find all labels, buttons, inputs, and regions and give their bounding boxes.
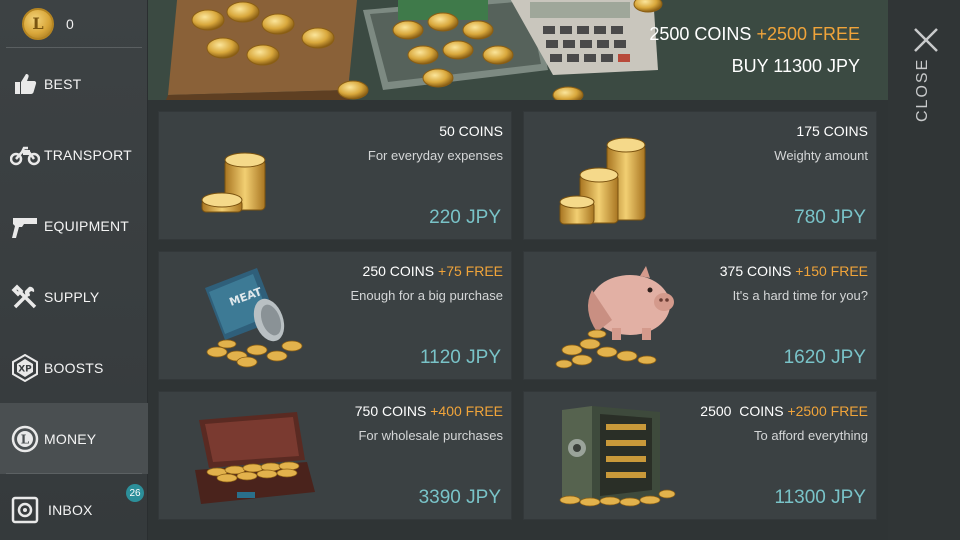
- svg-text:XP: XP: [18, 364, 32, 374]
- offer-price: 11300 JPY: [774, 487, 866, 508]
- inbox-count-badge: 26: [126, 484, 144, 502]
- nav-item-inbox[interactable]: INBOX 26: [0, 474, 148, 540]
- offer-card-750-coins[interactable]: 750 COINS +400 FREE For wholesale purcha…: [158, 391, 512, 520]
- offer-price: 1620 JPY: [783, 347, 866, 368]
- banner-price: BUY 11300 JPY: [731, 56, 860, 76]
- coin-suitcase-image: [195, 412, 315, 504]
- offer-coins: 50 COINS: [439, 123, 503, 139]
- coin-can-image: MEAT: [205, 268, 303, 368]
- offer-description: For everyday expenses: [367, 148, 503, 163]
- offer-free-bonus: +150 FREE: [795, 263, 868, 279]
- piggy-bank-image: [555, 266, 674, 369]
- close-label[interactable]: CLOSE: [914, 58, 932, 122]
- offer-coins: 175 COINS: [796, 123, 868, 139]
- offer-title: 175 COINS: [796, 123, 868, 139]
- offer-title: 375 COINS +150 FREE: [720, 263, 868, 279]
- nav-label: INBOX: [48, 501, 93, 518]
- coin-icon: L: [22, 7, 54, 40]
- coin-stack-image: [559, 137, 646, 225]
- offer-coins: 375 COINS: [719, 263, 792, 279]
- nav-item-money[interactable]: L MONEY: [0, 403, 148, 474]
- offer-title: 2500 COINS +2500 FREE: [700, 403, 868, 419]
- featured-offer-banner[interactable]: 2500 COINS +2500 FREE BUY 11300 JPY: [148, 0, 888, 100]
- pistol-icon: [10, 211, 40, 241]
- offer-price: 1120 JPY: [420, 347, 501, 368]
- motorcycle-icon: [10, 140, 40, 170]
- offer-description: It's a hard time for you?: [732, 288, 868, 303]
- nav-item-supply[interactable]: SUPPLY: [0, 261, 148, 332]
- banner-free-bonus: +2500 FREE: [756, 24, 860, 44]
- xp-icon: XP: [10, 353, 40, 383]
- offer-card-50-coins[interactable]: 50 COINS For everyday expenses 220 JPY: [158, 111, 512, 240]
- offer-description: For wholesale purchases: [358, 428, 503, 443]
- coin-stack-image: [201, 152, 266, 213]
- offer-description: Weighty amount: [774, 148, 868, 163]
- offer-card-250-coins[interactable]: MEAT 250 COINS +75 FREE Enough for a big…: [158, 251, 512, 380]
- nav-item-equipment[interactable]: EQUIPMENT: [0, 190, 148, 261]
- offer-coins: 2500 COINS: [700, 403, 784, 419]
- nav-label: EQUIPMENT: [44, 217, 130, 234]
- sidebar: L 0 BEST TRANSPORT EQUIPMENT SUPPLY XP B…: [0, 0, 148, 540]
- offer-title: 50 COINS: [439, 123, 503, 139]
- thumbs-up-icon: [10, 69, 40, 99]
- offer-description: To afford everything: [754, 428, 868, 443]
- offer-coins: 250 COINS: [362, 263, 435, 279]
- offer-card-375-coins[interactable]: 375 COINS +150 FREE It's a hard time for…: [523, 251, 877, 380]
- safe-icon: [10, 495, 40, 525]
- close-icon[interactable]: [912, 26, 940, 54]
- nav-label: BEST: [44, 75, 82, 92]
- offer-coins: 750 COINS: [354, 403, 427, 419]
- nav-item-boosts[interactable]: XP BOOSTS: [0, 332, 148, 403]
- offer-price: 3390 JPY: [418, 487, 501, 508]
- offer-price: 220 JPY: [429, 207, 501, 228]
- offer-free-bonus: +400 FREE: [430, 403, 503, 419]
- nav-label: SUPPLY: [44, 288, 100, 305]
- tools-icon: [10, 282, 40, 312]
- offer-price: 780 JPY: [794, 207, 866, 228]
- offer-free-bonus: +75 FREE: [438, 263, 503, 279]
- banner-illustration: [148, 0, 888, 100]
- coin-icon: L: [10, 424, 40, 454]
- coin-balance: L 0: [6, 0, 142, 48]
- offer-grid: 50 COINS For everyday expenses 220 JPY 1…: [148, 100, 888, 540]
- nav-item-best[interactable]: BEST: [0, 48, 148, 119]
- banner-offer-title: 2500 COINS +2500 FREE: [649, 24, 860, 45]
- offer-card-2500-coins[interactable]: 2500 COINS +2500 FREE To afford everythi…: [523, 391, 877, 520]
- offer-card-175-coins[interactable]: 175 COINS Weighty amount 780 JPY: [523, 111, 877, 240]
- balance-value: 0: [66, 15, 74, 32]
- category-nav: BEST TRANSPORT EQUIPMENT SUPPLY XP BOOST…: [0, 48, 148, 540]
- offer-free-bonus: +2500 FREE: [787, 403, 868, 419]
- nav-label: TRANSPORT: [44, 146, 132, 163]
- svg-text:L: L: [21, 432, 30, 446]
- offer-title: 250 COINS +75 FREE: [363, 263, 503, 279]
- offer-description: Enough for a big purchase: [350, 288, 504, 303]
- offer-title: 750 COINS +400 FREE: [355, 403, 503, 419]
- nav-label: BOOSTS: [44, 359, 104, 376]
- nav-item-transport[interactable]: TRANSPORT: [0, 119, 148, 190]
- nav-label: MONEY: [44, 430, 97, 447]
- banner-coins: 2500 COINS: [649, 24, 752, 44]
- coin-safe-image: [559, 406, 676, 507]
